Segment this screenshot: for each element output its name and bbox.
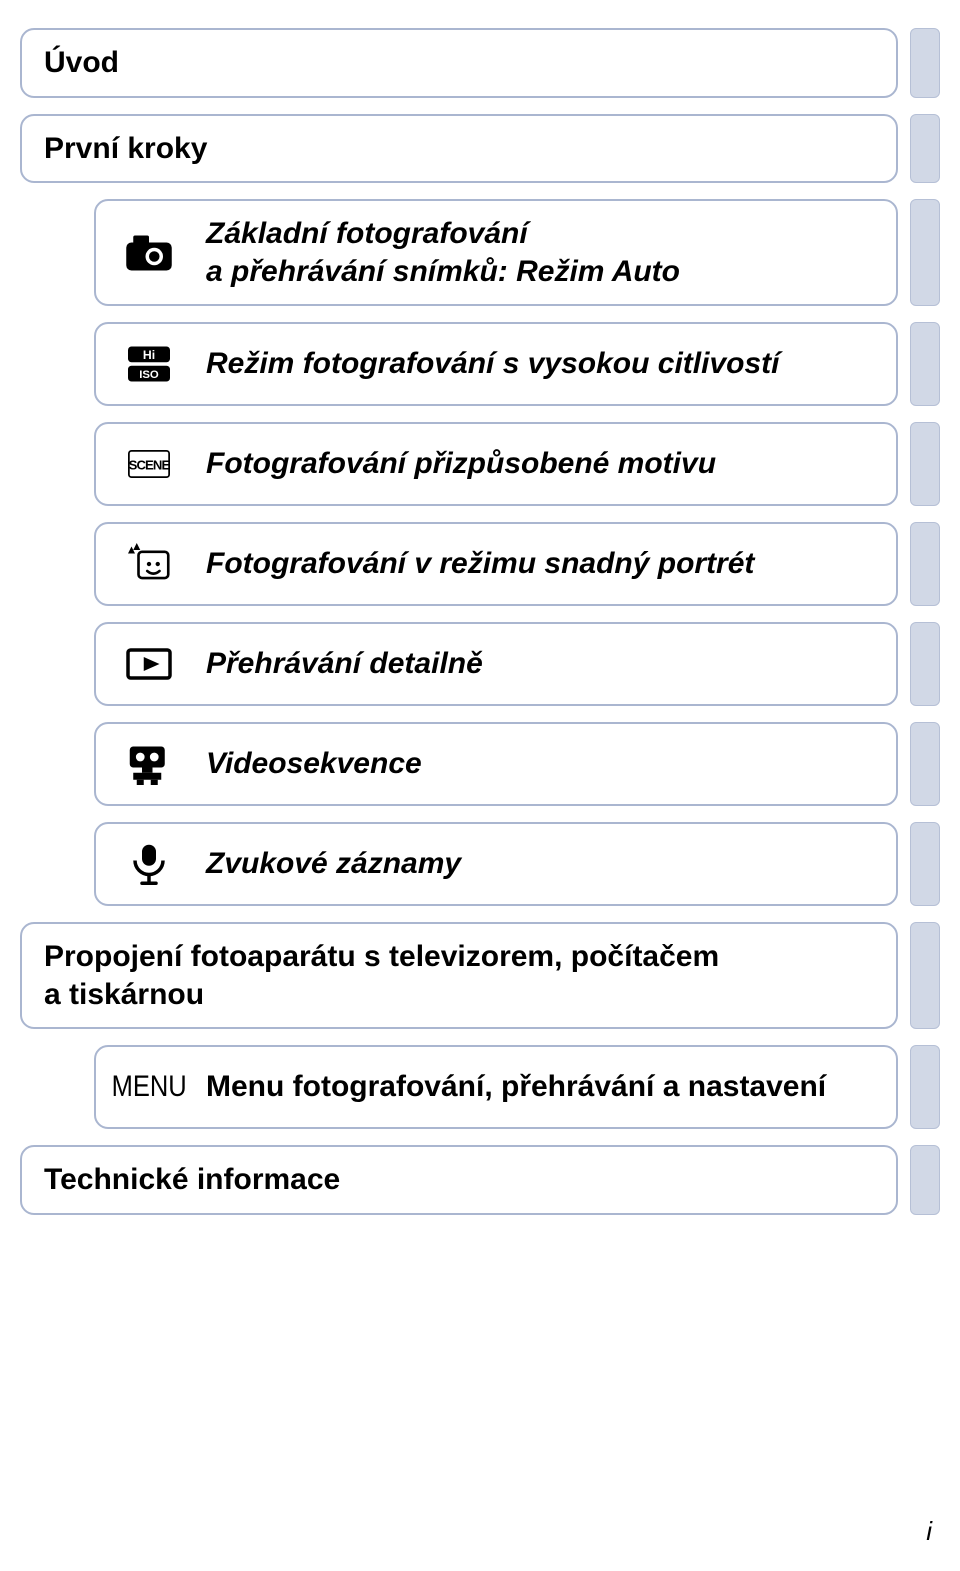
toc-row: Propojení fotoaparátu s televizorem, poč…: [20, 922, 940, 1029]
page: Úvod První kroky Základní fotografování a …: [0, 0, 960, 1571]
mic-icon: [121, 841, 177, 887]
toc-row: Přehrávání detailně: [20, 622, 940, 706]
toc-item-label: Videosekvence: [206, 745, 422, 783]
toc-row: Videosekvence: [20, 722, 940, 806]
icon-slot: [118, 738, 180, 790]
toc-item[interactable]: Úvod: [20, 28, 898, 98]
toc-row: Úvod: [20, 28, 940, 98]
toc-row: Zvukové záznamy: [20, 822, 940, 906]
side-tab[interactable]: [910, 1045, 940, 1129]
toc-item-label: Menu fotografování, přehrávání a nastave…: [206, 1068, 826, 1106]
icon-slot: SCENE: [118, 438, 180, 490]
camera-icon: [121, 230, 177, 276]
side-tab[interactable]: [910, 322, 940, 406]
toc-item[interactable]: Technické informace: [20, 1145, 898, 1215]
toc-row: Základní fotografování a přehrávání sním…: [20, 199, 940, 306]
svg-text:SCENE: SCENE: [129, 457, 171, 472]
icon-slot: MENU: [118, 1061, 180, 1113]
toc-item[interactable]: Fotografování v režimu snadný portrét: [94, 522, 898, 606]
toc-list: Úvod První kroky Základní fotografování a …: [20, 28, 940, 1215]
side-tab[interactable]: [910, 1145, 940, 1215]
toc-row: SCENE Fotografování přizpůsobené motivu: [20, 422, 940, 506]
side-tab[interactable]: [910, 722, 940, 806]
toc-item-label: Fotografování v režimu snadný portrét: [206, 545, 754, 583]
side-tab[interactable]: [910, 622, 940, 706]
page-number: i: [926, 1516, 932, 1547]
side-tab[interactable]: [910, 422, 940, 506]
toc-item-label: Propojení fotoaparátu s televizorem, poč…: [44, 938, 719, 1013]
side-tab[interactable]: [910, 199, 940, 306]
icon-slot: [118, 638, 180, 690]
toc-item-label: Přehrávání detailně: [206, 645, 483, 683]
play-icon: [121, 641, 177, 687]
toc-item[interactable]: Propojení fotoaparátu s televizorem, poč…: [20, 922, 898, 1029]
toc-item-label: Technické informace: [44, 1161, 340, 1199]
toc-row: MENU Menu fotografování, přehrávání a nas…: [20, 1045, 940, 1129]
toc-item-label: Fotografování přizpůsobené motivu: [206, 445, 716, 483]
toc-row: Fotografování v režimu snadný portrét: [20, 522, 940, 606]
svg-text:ISO: ISO: [139, 369, 159, 381]
side-tab[interactable]: [910, 522, 940, 606]
toc-item-label: Základní fotografování a přehrávání sním…: [206, 215, 680, 290]
toc-row: Hi ISO Režim fotografování s vysokou citli…: [20, 322, 940, 406]
toc-item-label: Zvukové záznamy: [206, 845, 461, 883]
icon-slot: [118, 227, 180, 279]
toc-item-label: První kroky: [44, 130, 207, 168]
svg-text:Hi: Hi: [143, 348, 155, 362]
portrait-icon: [121, 541, 177, 587]
toc-item[interactable]: Přehrávání detailně: [94, 622, 898, 706]
toc-item-label: Režim fotografování s vysokou citlivostí: [206, 345, 779, 383]
toc-item[interactable]: MENU Menu fotografování, přehrávání a nas…: [94, 1045, 898, 1129]
side-tab[interactable]: [910, 28, 940, 98]
toc-row: Technické informace: [20, 1145, 940, 1215]
toc-item-label: Úvod: [44, 44, 119, 82]
icon-slot: [118, 838, 180, 890]
side-tab[interactable]: [910, 922, 940, 1029]
toc-item[interactable]: Zvukové záznamy: [94, 822, 898, 906]
toc-row: První kroky: [20, 114, 940, 184]
hi-iso-icon: Hi ISO: [121, 341, 177, 387]
toc-item[interactable]: Videosekvence: [94, 722, 898, 806]
side-tab[interactable]: [910, 114, 940, 184]
menu-text-icon: MENU: [111, 1070, 186, 1104]
icon-slot: [118, 538, 180, 590]
movie-icon: [121, 741, 177, 787]
icon-slot: Hi ISO: [118, 338, 180, 390]
toc-item[interactable]: SCENE Fotografování přizpůsobené motivu: [94, 422, 898, 506]
toc-item[interactable]: Hi ISO Režim fotografování s vysokou citli…: [94, 322, 898, 406]
toc-item[interactable]: Základní fotografování a přehrávání sním…: [94, 199, 898, 306]
side-tab[interactable]: [910, 822, 940, 906]
scene-icon: SCENE: [121, 441, 177, 487]
toc-item[interactable]: První kroky: [20, 114, 898, 184]
